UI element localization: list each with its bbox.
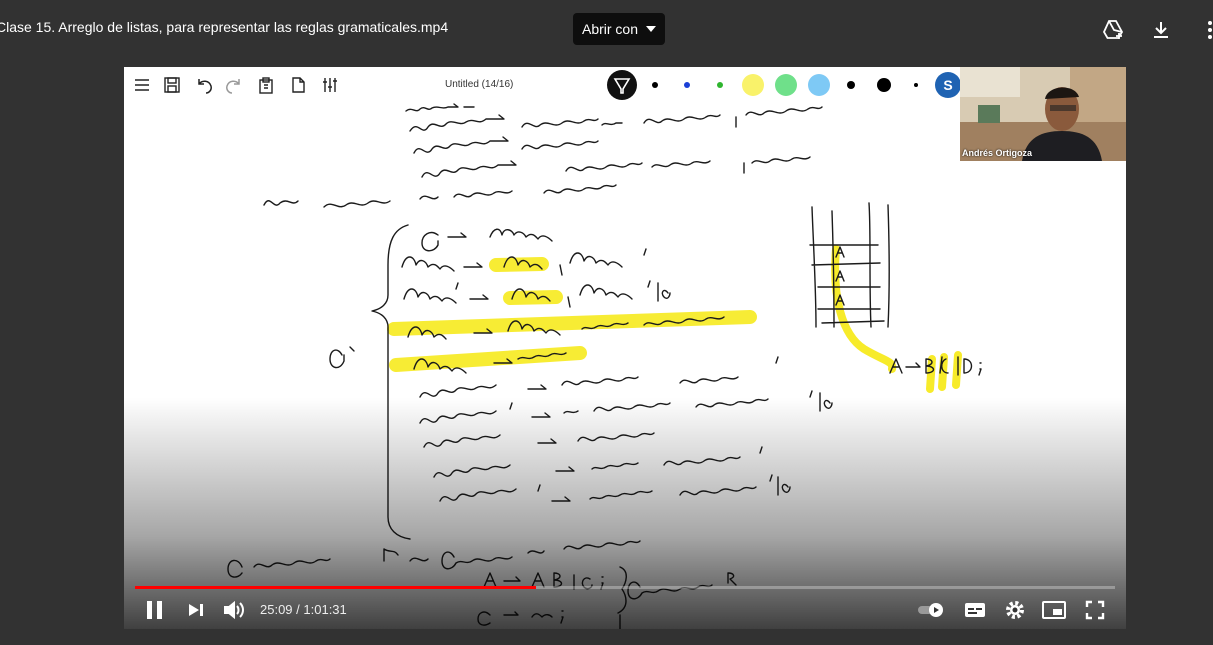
color-swatch-black-small[interactable]: [652, 82, 658, 88]
more-vert-icon[interactable]: [1198, 18, 1213, 42]
menu-icon[interactable]: [132, 75, 152, 95]
color-swatch-light-green[interactable]: [775, 74, 797, 96]
file-title: Clase 15. Arreglo de listas, para repres…: [0, 19, 449, 35]
pen-tool-button[interactable]: [607, 70, 637, 100]
new-page-icon[interactable]: [288, 75, 308, 95]
time-display: 25:09 / 1:01:31: [260, 602, 347, 617]
color-swatch-green[interactable]: [717, 82, 723, 88]
caret-down-icon: [646, 26, 657, 32]
duration: 1:01:31: [303, 602, 347, 617]
volume-button[interactable]: [222, 594, 246, 626]
color-swatch-light-blue[interactable]: [808, 74, 830, 96]
clipboard-icon[interactable]: [256, 75, 276, 95]
pen-funnel-icon: [613, 78, 631, 94]
pause-button[interactable]: [144, 594, 166, 626]
progress-bar[interactable]: [135, 586, 1115, 589]
top-bar: Clase 15. Arreglo de listas, para repres…: [0, 0, 1213, 56]
skip-next-icon: [189, 604, 203, 616]
volume-icon: [224, 600, 244, 620]
presenter-video-frame: [960, 67, 1126, 161]
fullscreen-button[interactable]: [1085, 594, 1105, 626]
brush-size-medium[interactable]: [847, 81, 855, 89]
brush-size-small[interactable]: [914, 83, 918, 87]
autoplay-toggle[interactable]: [916, 594, 946, 626]
presenter-webcam: Andrés Ortigoza: [960, 67, 1126, 161]
subtitles-button[interactable]: [964, 594, 986, 626]
redo-icon[interactable]: [224, 75, 244, 95]
undo-icon[interactable]: [194, 75, 214, 95]
color-swatch-blue[interactable]: [684, 82, 690, 88]
miniplayer-button[interactable]: [1042, 594, 1066, 626]
current-time: 25:09: [260, 602, 293, 617]
open-with-button[interactable]: Abrir con: [573, 13, 665, 45]
pause-icon: [147, 601, 162, 619]
open-with-label: Abrir con: [581, 21, 639, 37]
autoplay-toggle-icon: [918, 603, 943, 617]
settings-button[interactable]: [1004, 594, 1026, 626]
add-to-drive-icon[interactable]: [1101, 18, 1125, 42]
gear-icon: [1006, 601, 1024, 619]
time-separator: /: [292, 602, 304, 617]
miniplayer-icon: [1042, 601, 1066, 619]
download-icon[interactable]: [1149, 18, 1173, 42]
next-button[interactable]: [186, 594, 206, 626]
presenter-name: Andrés Ortigoza: [962, 148, 1033, 158]
color-swatch-yellow[interactable]: [742, 74, 764, 96]
subtitles-icon: [965, 603, 985, 617]
fullscreen-icon: [1085, 600, 1105, 620]
settings-sliders-icon[interactable]: [320, 75, 340, 95]
brush-size-large[interactable]: [877, 78, 891, 92]
video-player[interactable]: Untitled (14/16) S Andrés Ortigoza 25:09…: [124, 67, 1126, 629]
document-title: Untitled (14/16): [445, 79, 514, 90]
user-avatar[interactable]: S: [935, 72, 961, 98]
progress-played: [135, 586, 536, 589]
save-icon[interactable]: [162, 75, 182, 95]
